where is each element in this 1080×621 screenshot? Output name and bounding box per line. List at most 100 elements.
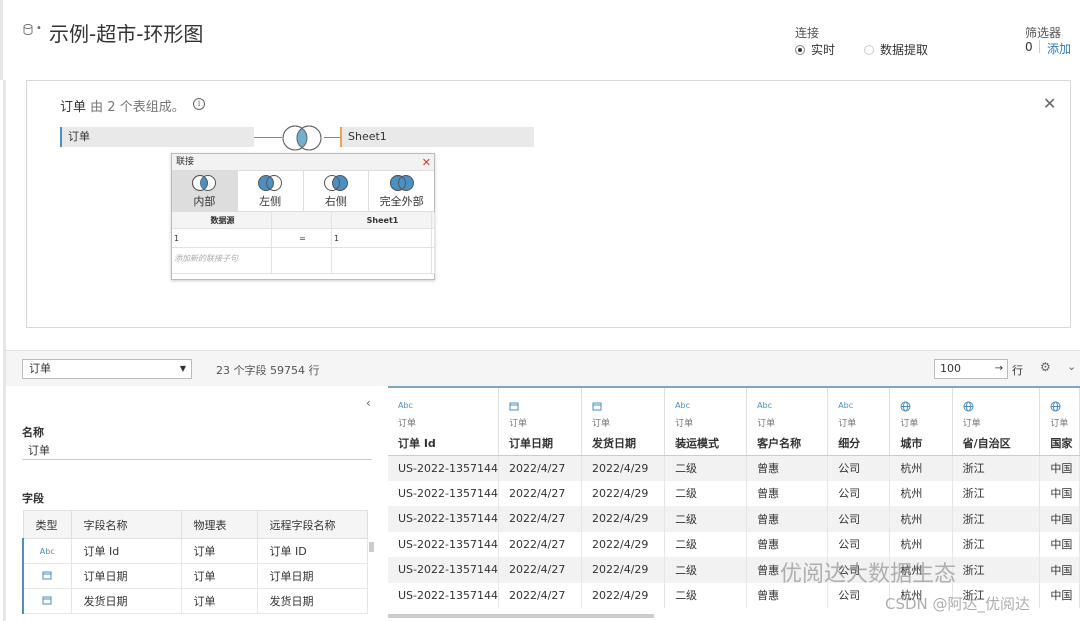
grid-cell[interactable]: 2022/4/27	[498, 480, 583, 506]
grid-cell[interactable]: 二级	[664, 455, 748, 481]
table-row[interactable]: US-2022-1357144 2022/4/27 2022/4/29 二级 曾惠 公司杭…	[388, 531, 1080, 557]
join-type-full-outer[interactable]: 完全外部	[369, 171, 434, 211]
grid-column-header[interactable]: Abc 订单 客户名称	[746, 388, 829, 456]
column-name[interactable]: 订单 Id	[398, 435, 498, 451]
gear-icon[interactable]: ⚙	[1040, 360, 1051, 374]
grid-cell[interactable]: 浙江	[952, 557, 1041, 583]
grid-column-header[interactable]: Abc 订单 细分	[827, 388, 891, 456]
calendar-icon[interactable]	[592, 401, 664, 413]
column-name[interactable]: 订单日期	[509, 435, 581, 451]
grid-cell[interactable]: 曾惠	[746, 506, 829, 532]
join-type-right[interactable]: 右侧	[304, 171, 370, 211]
horizontal-scrollbar[interactable]	[388, 614, 654, 618]
grid-cell[interactable]: 2022/4/27	[498, 531, 583, 557]
grid-cell[interactable]: 中国	[1039, 506, 1080, 532]
grid-cell[interactable]: 二级	[664, 557, 748, 583]
field-name-cell[interactable]: 订单 Id	[70, 538, 182, 564]
radio-live[interactable]: 实时	[795, 41, 835, 58]
grid-cell[interactable]: 浙江	[952, 480, 1041, 506]
string-type-icon[interactable]: Abc	[22, 538, 72, 564]
column-name[interactable]: 省/自治区	[963, 435, 1040, 451]
column-name[interactable]: 国家	[1050, 435, 1079, 451]
grid-cell[interactable]: 2022/4/29	[581, 480, 666, 506]
grid-cell[interactable]: 杭州	[889, 506, 953, 532]
globe-icon[interactable]	[1050, 401, 1079, 413]
grid-column-header[interactable]: 订单 城市	[889, 388, 953, 456]
table-row[interactable]: 订单日期 订单 订单日期	[22, 563, 368, 589]
globe-icon[interactable]	[900, 401, 951, 413]
col-remote-field[interactable]: 远程字段名称	[256, 510, 368, 539]
grid-cell[interactable]: 浙江	[952, 531, 1041, 557]
add-filter-link[interactable]: 添加	[1047, 40, 1071, 57]
grid-cell[interactable]: 二级	[664, 531, 748, 557]
name-field[interactable]: 订单	[22, 442, 372, 460]
page-title[interactable]: 示例-超市-环形图	[49, 18, 203, 47]
grid-cell[interactable]: 二级	[664, 506, 748, 532]
table-row[interactable]: US-2022-1357144 2022/4/27 2022/4/29 二级 曾惠 公司杭…	[388, 480, 1080, 506]
col-physical-table[interactable]: 物理表	[180, 510, 258, 539]
grid-cell[interactable]: 杭州	[889, 480, 953, 506]
info-icon[interactable]: i	[193, 98, 205, 110]
grid-cell[interactable]: 二级	[664, 480, 748, 506]
grid-cell[interactable]: US-2022-1357144	[388, 582, 499, 608]
grid-cell[interactable]: US-2022-1357144	[388, 480, 499, 506]
grid-cell[interactable]: 曾惠	[746, 531, 829, 557]
column-name[interactable]: 装运模式	[675, 435, 746, 451]
table-select[interactable]: 订单 ▼	[22, 359, 192, 379]
globe-icon[interactable]	[963, 401, 1040, 413]
grid-column-header[interactable]: 订单 国家	[1039, 388, 1080, 456]
grid-cell[interactable]: 二级	[664, 582, 748, 608]
grid-cell[interactable]: 2022/4/27	[498, 455, 583, 481]
table-row[interactable]: US-2022-1357144 2022/4/27 2022/4/29 二级 曾惠 公司杭…	[388, 557, 1080, 583]
calendar-icon[interactable]	[22, 588, 72, 614]
table-row[interactable]: US-2022-1357144 2022/4/27 2022/4/29 二级 曾惠 公司杭…	[388, 506, 1080, 532]
table-row[interactable]: 发货日期 订单 发货日期	[22, 588, 368, 614]
table-row[interactable]: Abc 订单 Id 订单 订单 ID	[22, 538, 368, 564]
rows-input[interactable]: 100 →	[934, 359, 1008, 379]
grid-cell[interactable]: 中国	[1039, 455, 1080, 481]
string-type-icon[interactable]: Abc	[757, 401, 827, 413]
join-type-inner[interactable]: 内部	[172, 171, 238, 211]
table-row[interactable]: US-2022-1357144 2022/4/27 2022/4/29 二级 曾惠 公司杭…	[388, 455, 1080, 481]
column-name[interactable]: 城市	[900, 435, 951, 451]
grid-cell[interactable]: 2022/4/27	[498, 582, 583, 608]
join-clause-left[interactable]: 1	[172, 229, 272, 248]
radio-extract-dot[interactable]	[864, 44, 874, 55]
grid-cell[interactable]: 中国	[1039, 557, 1080, 583]
calendar-icon[interactable]	[22, 563, 72, 589]
column-name[interactable]: 客户名称	[757, 435, 827, 451]
grid-column-header[interactable]: 订单 发货日期	[581, 388, 666, 456]
calendar-icon[interactable]	[509, 401, 581, 413]
grid-cell[interactable]: 中国	[1039, 480, 1080, 506]
col-field-name[interactable]: 字段名称	[70, 510, 182, 539]
left-table-pill[interactable]: 订单	[60, 127, 254, 147]
grid-column-header[interactable]: Abc 订单 订单 Id	[388, 388, 499, 456]
grid-cell[interactable]: 中国	[1039, 582, 1080, 608]
grid-cell[interactable]: 中国	[1039, 531, 1080, 557]
radio-live-dot[interactable]	[795, 44, 805, 55]
grid-cell[interactable]: 曾惠	[746, 455, 829, 481]
field-name-cell[interactable]: 发货日期	[70, 588, 182, 614]
grid-cell[interactable]: 杭州	[889, 531, 953, 557]
column-name[interactable]: 发货日期	[592, 435, 664, 451]
field-name-cell[interactable]: 订单日期	[70, 563, 182, 589]
join-clause-right[interactable]: 1	[332, 229, 432, 248]
radio-extract[interactable]: 数据提取	[864, 41, 928, 58]
grid-cell[interactable]: US-2022-1357144	[388, 557, 499, 583]
scrollbar[interactable]	[369, 542, 374, 552]
grid-cell[interactable]: 公司	[827, 455, 891, 481]
grid-column-header[interactable]: 订单 省/自治区	[952, 388, 1041, 456]
grid-cell[interactable]: US-2022-1357144	[388, 506, 499, 532]
grid-cell[interactable]: 2022/4/27	[498, 506, 583, 532]
grid-cell[interactable]: 2022/4/29	[581, 455, 666, 481]
close-icon[interactable]: ✕	[422, 154, 431, 171]
grid-cell[interactable]: 曾惠	[746, 480, 829, 506]
join-clause-operator[interactable]: =	[272, 229, 332, 248]
column-name[interactable]: 细分	[838, 435, 889, 451]
grid-column-header[interactable]: 订单 订单日期	[498, 388, 583, 456]
datasource-menu-icon[interactable]: •	[36, 23, 42, 34]
inner-join-venn-icon[interactable]	[280, 124, 324, 152]
grid-cell[interactable]: 2022/4/29	[581, 582, 666, 608]
grid-cell[interactable]: 2022/4/29	[581, 531, 666, 557]
grid-cell[interactable]: 浙江	[952, 506, 1041, 532]
